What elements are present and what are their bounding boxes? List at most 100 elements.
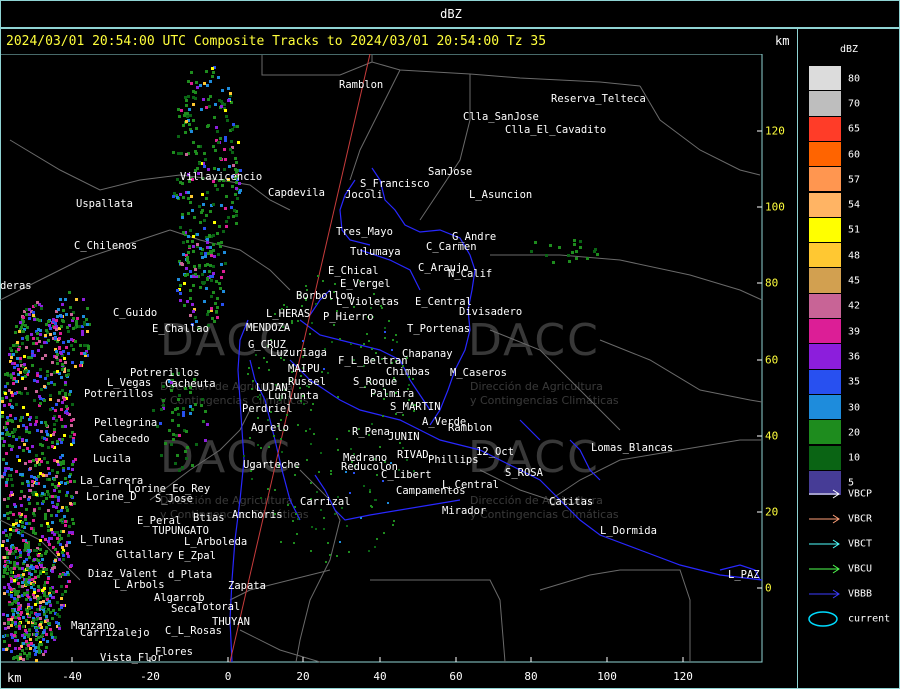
dbz-swatch-label: 30	[848, 402, 861, 414]
place-label: Gltallary	[116, 549, 173, 561]
place-label: S_Roque	[353, 376, 397, 388]
track-legend-label: current	[848, 613, 891, 625]
place-label: MAIPU	[288, 363, 320, 375]
place-label: Russel	[288, 376, 326, 388]
y-tick-label: 80	[765, 276, 779, 290]
dbz-swatch	[809, 420, 841, 445]
title-bar: dBZ	[0, 0, 900, 28]
x-tick-label: 0	[224, 670, 232, 683]
place-label: N_Calif	[448, 268, 492, 280]
place-label: Vista_Flor	[100, 652, 163, 664]
x-tick-label: 80	[524, 670, 538, 683]
dbz-swatch	[809, 167, 841, 192]
place-label: Campamentos	[396, 485, 466, 497]
dbz-swatch	[809, 369, 841, 394]
place-label: R_Pena	[352, 426, 390, 438]
place-label: E_Challao	[152, 323, 209, 335]
title-bar-text: dBZ	[440, 7, 462, 21]
place-label: Anchoris	[232, 509, 283, 521]
dbz-swatch-label: 70	[848, 98, 861, 110]
place-label: L_Tunas	[80, 534, 124, 546]
place-label: Clla_El_Cavadito	[505, 124, 606, 136]
place-label: Jocoli	[345, 189, 383, 201]
place-label: Carrizalejo	[80, 627, 150, 639]
place-label: Carrizal	[300, 496, 351, 508]
place-label: Totoral	[196, 601, 240, 613]
place-label: RIVAD	[397, 449, 429, 461]
place-label: Clla_SanJose	[463, 111, 539, 123]
place-label: Capdevila	[268, 187, 325, 199]
dbz-swatch-label: 45	[848, 275, 861, 287]
place-label: Seca	[171, 603, 196, 615]
y-tick-label: 40	[765, 429, 779, 443]
dbz-swatch-label: 42	[848, 300, 861, 312]
axis-ticks	[71, 130, 762, 662]
place-label: d_Plata	[168, 569, 212, 581]
place-label: MENDOZA	[246, 322, 291, 334]
legend-units-label: dBZ	[840, 44, 859, 55]
place-label: Villavicencio	[180, 171, 262, 183]
current-ellipse-icon	[808, 611, 838, 627]
dbz-swatch-label: 20	[848, 427, 861, 439]
place-label: Agrelo	[251, 422, 289, 434]
place-label: L_Arboleda	[184, 536, 247, 548]
place-label: Ugarteche	[243, 459, 300, 471]
track-legend-label: VBCT	[848, 538, 873, 550]
dbz-swatch	[809, 268, 841, 293]
radar-map-canvas[interactable]: Ramblon Reserva_Telteca Clla_SanJoseClla_E…	[0, 54, 798, 666]
dbz-swatch	[809, 319, 841, 344]
place-label: Potrerillos	[84, 388, 154, 400]
dbz-swatch	[809, 344, 841, 369]
place-label: Ramblon	[339, 79, 383, 91]
place-label: Zapata	[228, 580, 266, 592]
track-arrow-icon	[809, 514, 840, 524]
dbz-swatch	[809, 394, 841, 420]
dbz-swatch-label: 10	[848, 452, 861, 464]
place-label: L_Asuncion	[469, 189, 532, 201]
composite-tracks-subtitle: 2024/03/01 20:54:00 UTC Composite Tracks…	[6, 34, 547, 49]
y-tick-label: 120	[765, 124, 785, 138]
dbz-swatch	[809, 116, 841, 141]
place-label: L_Arbols	[114, 579, 165, 591]
place-label: C_Chilenos	[74, 240, 137, 252]
place-label: Cabecedo	[99, 433, 150, 445]
place-label: Lucila	[93, 453, 131, 465]
dbz-swatch	[809, 91, 841, 116]
place-label: Chapanay	[402, 348, 453, 360]
dbz-swatch-label: 60	[848, 149, 861, 161]
dbz-swatch	[809, 192, 841, 217]
place-label: Uspallata	[76, 198, 133, 210]
place-label: Pellegrina	[94, 417, 157, 429]
dbz-swatch	[809, 293, 841, 318]
place-label: Lorine_D	[86, 491, 137, 503]
place-label: S_Jose	[155, 493, 193, 505]
place-label: Mirador	[442, 505, 486, 517]
dbz-swatch	[809, 141, 841, 167]
x-tick-label: -20	[140, 670, 160, 683]
dbz-swatch	[809, 217, 841, 243]
x-tick-label: 60	[449, 670, 463, 683]
dbz-swatch	[809, 66, 841, 91]
place-label: Phillips	[428, 454, 479, 466]
place-label: Btias	[193, 512, 225, 524]
dbz-swatch-label: 35	[848, 376, 861, 388]
track-legend-label: VBBB	[848, 588, 873, 600]
place-label: SanJose	[428, 166, 472, 178]
place-label: Cacheuta	[165, 378, 216, 390]
x-tick-label: 20	[296, 670, 310, 683]
x-tick-label: 100	[597, 670, 617, 683]
x-axis-unit-label: km	[7, 671, 22, 685]
place-label: E_Vergel	[340, 278, 391, 290]
track-legend-label: VBCP	[848, 488, 873, 500]
place-label: Lunlunta	[268, 390, 319, 402]
y-tick-label: 20	[765, 505, 779, 519]
place-label: Reserva_Telteca	[551, 93, 646, 105]
x-tick-label: 120	[673, 670, 693, 683]
x-tick-label: 40	[373, 670, 387, 683]
x-tick-label: -40	[62, 670, 82, 683]
track-legend-label: VBCR	[848, 513, 873, 525]
dbz-swatch-label: 5	[848, 477, 855, 489]
place-labels: Ramblon Reserva_Telteca Clla_SanJoseClla_E…	[0, 79, 760, 664]
dbz-swatch	[809, 445, 841, 470]
track-arrow-icon	[809, 539, 840, 549]
